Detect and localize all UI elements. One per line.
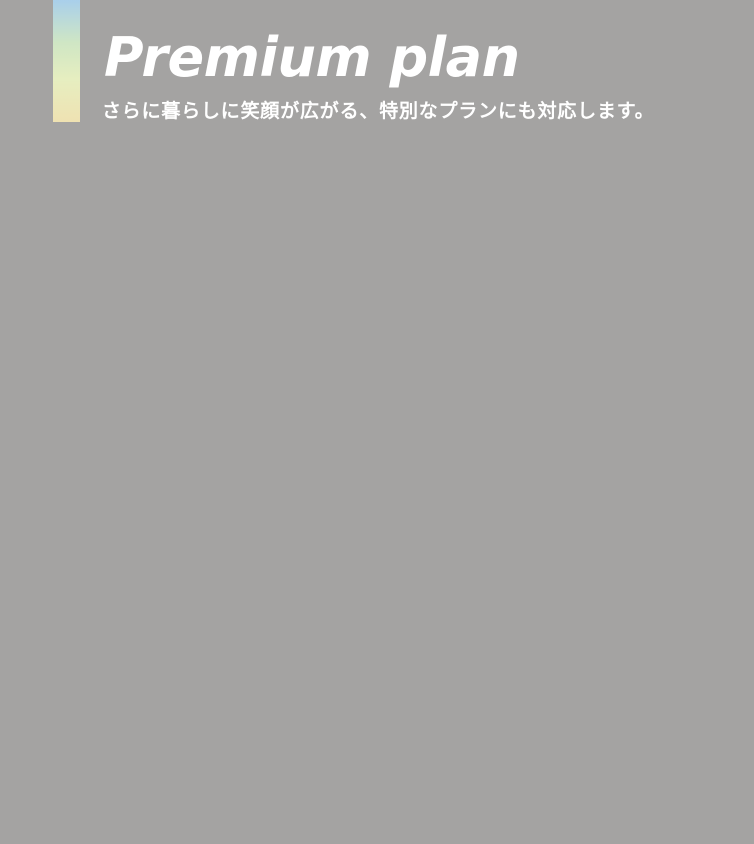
accent-bar bbox=[53, 0, 80, 122]
content-area bbox=[0, 130, 754, 844]
section-subtitle: さらに暮らしに笑顔が広がる、特別なプランにも対応します。 bbox=[102, 100, 655, 122]
premium-plan-header: Premium plan さらに暮らしに笑顔が広がる、特別なプランにも対応します… bbox=[0, 0, 754, 130]
section-title: Premium plan bbox=[104, 26, 520, 89]
